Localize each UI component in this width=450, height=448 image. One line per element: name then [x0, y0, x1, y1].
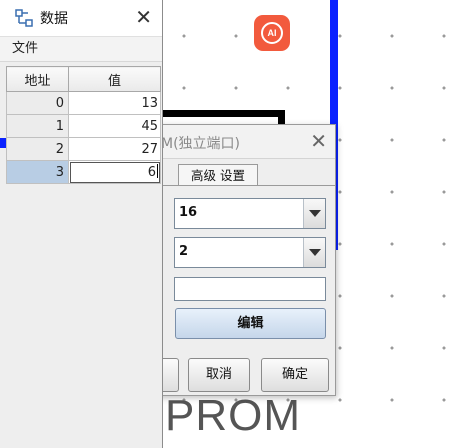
address-cell: 0	[6, 91, 69, 115]
tab-advanced-settings[interactable]: 高级 设置	[178, 164, 258, 186]
address-cell: 3	[6, 160, 69, 184]
label-input[interactable]	[174, 277, 326, 301]
table-row-selected[interactable]: 3 6	[6, 160, 161, 184]
value-cell-editing[interactable]: 6	[68, 160, 161, 184]
value-cell[interactable]: 27	[68, 137, 161, 161]
app-icon	[15, 9, 33, 27]
value-cell[interactable]: 13	[68, 91, 161, 115]
component-outline-top	[160, 110, 285, 117]
close-icon[interactable]: ✕	[310, 129, 327, 153]
edit-button[interactable]: 编辑	[175, 308, 326, 339]
tab-divider	[151, 185, 335, 186]
data-window-titlebar[interactable]: 数据 ✕	[0, 0, 162, 36]
table-row[interactable]: 0 13	[6, 91, 161, 115]
prom-properties-dialog: M(独立端口) ✕ 高级 设置 16 2 编辑 取消 确定	[150, 124, 336, 396]
ok-button[interactable]: 确定	[261, 358, 329, 392]
data-window-title: 数据	[40, 11, 68, 27]
ai-icon: AI	[261, 22, 283, 44]
dialog-titlebar[interactable]: M(独立端口) ✕	[151, 125, 335, 159]
address-cell: 2	[6, 137, 69, 161]
column-header-value[interactable]: 值	[68, 66, 161, 92]
data-bits-select[interactable]: 16	[174, 198, 326, 229]
chevron-down-icon[interactable]	[303, 199, 325, 228]
memory-table: 地址 值 0 13 1 45 2 27 3 6	[6, 66, 161, 184]
address-bits-value: 2	[179, 244, 189, 259]
table-row[interactable]: 2 27	[6, 137, 161, 161]
close-icon[interactable]: ✕	[135, 5, 152, 29]
cancel-button[interactable]: 取消	[188, 358, 250, 392]
column-header-address[interactable]: 地址	[6, 66, 69, 92]
ai-assistant-button[interactable]: AI	[254, 15, 290, 51]
table-row[interactable]: 1 45	[6, 114, 161, 138]
wire-stub	[0, 138, 6, 148]
data-bits-value: 16	[179, 205, 198, 220]
address-bits-select[interactable]: 2	[174, 237, 326, 268]
dialog-title: M(独立端口)	[161, 136, 241, 152]
prom-component-label: PROM	[165, 391, 301, 440]
data-window: 数据 ✕ 文件 地址 值 0 13 1 45 2 27 3 6	[0, 0, 163, 448]
chevron-down-icon[interactable]	[303, 238, 325, 267]
address-cell: 1	[6, 114, 69, 138]
menu-bar: 文件	[0, 36, 162, 62]
menu-file[interactable]: 文件	[12, 41, 38, 56]
value-text: 6	[147, 165, 156, 180]
value-cell[interactable]: 45	[68, 114, 161, 138]
text-caret	[157, 164, 158, 178]
